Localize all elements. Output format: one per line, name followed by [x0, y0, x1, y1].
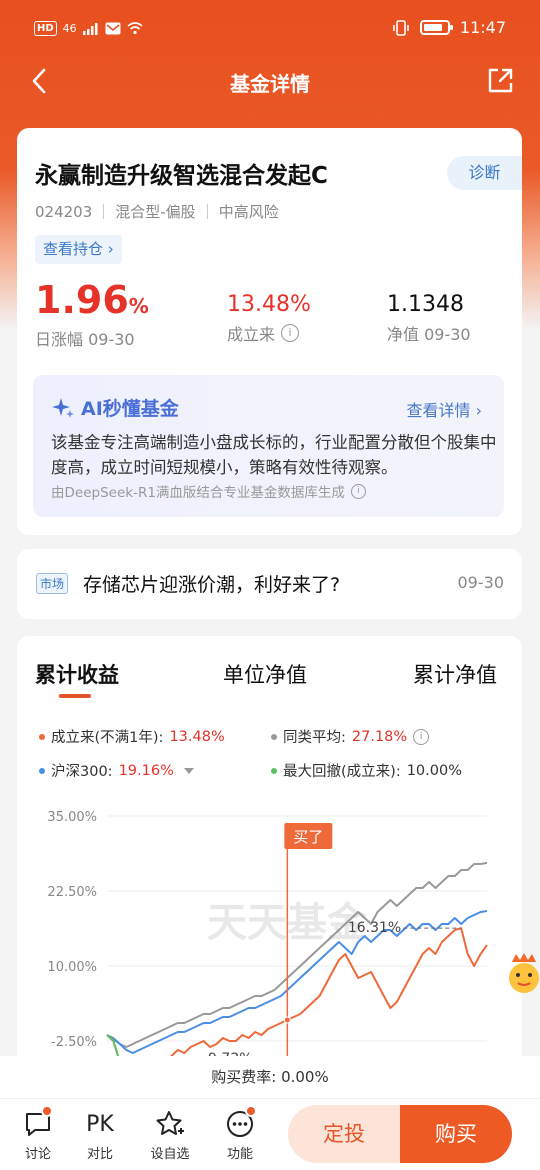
page-title: 基金详情: [230, 72, 310, 96]
legend-dot: [271, 767, 277, 774]
since-inception-metric: 13.48% 成立来 i: [227, 278, 311, 345]
legend-fund: 成立来(不满1年): 13.48%: [39, 726, 225, 747]
tab-cumulative-return[interactable]: 累计收益: [35, 659, 119, 689]
nav-label: 净值 09-30: [387, 325, 471, 344]
tab-underline: [59, 694, 91, 698]
legend-csi300[interactable]: 沪深300: 19.16%: [39, 760, 194, 781]
notification-dot: [245, 1105, 257, 1117]
ai-detail-link[interactable]: 查看详情 ›: [407, 397, 483, 421]
status-left: HD 46: [34, 21, 143, 36]
since-inception-label-row: 成立来 i: [227, 321, 311, 345]
compare-button[interactable]: PK 对比: [75, 1109, 125, 1163]
fund-code: 024203: [35, 202, 93, 221]
compare-label: 对比: [86, 1147, 113, 1162]
share-icon[interactable]: [486, 67, 514, 95]
vibrate-icon: [393, 19, 409, 36]
mail-icon: [105, 22, 121, 35]
legend-peer-avg: 同类平均: 27.18% i: [271, 726, 430, 747]
pk-icon: PK: [86, 1111, 114, 1137]
since-inception-label: 成立来: [227, 325, 276, 344]
legend-label: 同类平均:: [283, 730, 346, 746]
legend-label: 最大回撤(成立来):: [283, 764, 401, 780]
ai-footer: 由DeepSeek-R1满血版结合专业基金数据库生成 i: [51, 481, 366, 501]
bottom-action-bar: 讨论 PK 对比 设自选 功能 定投 购买: [0, 1098, 540, 1170]
ai-footer-text: 由DeepSeek-R1满血版结合专业基金数据库生成: [51, 485, 345, 501]
divider: [103, 204, 105, 219]
tab-cumulative-nav[interactable]: 累计净值: [413, 659, 497, 689]
diagnose-button[interactable]: 诊断: [447, 156, 522, 190]
divider: [206, 204, 208, 219]
legend-label: 沪深300:: [51, 764, 113, 780]
news-headline: 存储芯片迎涨价潮，利好来了?: [83, 574, 341, 596]
functions-button[interactable]: 功能: [215, 1105, 265, 1162]
legend-label: 成立来(不满1年):: [51, 730, 164, 746]
performance-chart-card: 累计收益 单位净值 累计净值 成立来(不满1年): 13.48% 同类平均: 27.…: [17, 636, 522, 1076]
status-right: 11:47: [392, 18, 506, 37]
fund-type: 混合型-偏股: [115, 203, 196, 221]
y-tick-label: 35.00%: [47, 810, 97, 825]
performance-chart[interactable]: 35.00%22.50%10.00%-2.50% 天天基金 买了16.31%-9…: [17, 801, 522, 1071]
fund-meta: 024203 混合型-偏股 中高风险: [35, 201, 279, 222]
legend-dot: [39, 767, 45, 774]
y-tick-label: -2.50%: [51, 1035, 97, 1050]
legend-value: 19.16%: [118, 762, 174, 779]
buy-button[interactable]: 购买: [400, 1105, 512, 1163]
daily-change-metric: 1.96% 日涨幅 09-30: [35, 278, 149, 350]
functions-label: 功能: [226, 1147, 253, 1162]
fund-risk: 中高风险: [218, 203, 279, 221]
y-tick-label: 22.50%: [47, 885, 97, 900]
purchase-fee: 购买费率: 0.00%: [0, 1056, 540, 1098]
buy-point: [283, 1016, 291, 1024]
add-watchlist-button[interactable]: 设自选: [145, 1109, 195, 1162]
legend-value: 13.48%: [169, 728, 225, 745]
ai-title: AI秒懂基金: [81, 398, 179, 420]
legend-value: 27.18%: [351, 728, 408, 745]
notification-dot: [41, 1105, 53, 1117]
daily-change-number: 1.96: [35, 278, 129, 322]
ai-title-row: AI秒懂基金: [51, 394, 179, 421]
star-plus-icon: [156, 1111, 184, 1135]
since-inception-value: 13.48%: [227, 292, 311, 317]
info-icon[interactable]: i: [413, 728, 430, 745]
wifi-icon: [127, 22, 143, 35]
daily-change-value: 1.96%: [35, 278, 149, 322]
sparkle-icon: [52, 397, 74, 418]
signal-indicator: 46: [62, 22, 77, 35]
news-date: 09-30: [457, 573, 505, 592]
add-watchlist-label: 设自选: [150, 1147, 190, 1162]
discuss-button[interactable]: 讨论: [13, 1105, 63, 1162]
legend-max-drawdown: 最大回撤(成立来): 10.00%: [271, 760, 462, 781]
info-icon[interactable]: i: [281, 324, 300, 342]
legend-dot: [39, 733, 45, 740]
discuss-label: 讨论: [24, 1147, 51, 1162]
news-tag: 市场: [36, 573, 69, 594]
nav-value: 1.1348: [387, 292, 464, 317]
hd-indicator: HD: [34, 21, 57, 36]
ai-summary-text: 该基金专注高端制造小盘成长标的，行业配置分散但个股集中度高，成立时间短规模小，策…: [51, 433, 497, 477]
info-icon[interactable]: i: [350, 483, 366, 499]
signal-bars-icon: [82, 22, 98, 35]
legend-value: 10.00%: [406, 762, 462, 779]
clock: 11:47: [459, 18, 506, 37]
nav-bar: 基金详情: [0, 60, 540, 104]
y-tick-label: 10.00%: [47, 960, 97, 975]
daily-change-label: 日涨幅 09-30: [35, 330, 135, 349]
battery-icon: [419, 20, 453, 35]
series-line: [106, 927, 488, 1071]
peak-label: 16.31%: [348, 920, 401, 936]
fund-name: 永赢制造升级智选混合发起C: [35, 163, 328, 189]
nav-metric: 1.1348 净值 09-30: [387, 278, 471, 345]
view-holdings-button[interactable]: 查看持仓 ›: [35, 235, 122, 264]
news-card[interactable]: 市场 存储芯片迎涨价潮，利好来了? 09-30: [17, 549, 522, 619]
tab-unit-nav[interactable]: 单位净值: [223, 659, 307, 689]
legend-dot: [271, 733, 277, 740]
caret-down-icon[interactable]: [183, 767, 194, 774]
mascot-icon[interactable]: [504, 952, 540, 996]
fund-summary-card: 永赢制造升级智选混合发起C 诊断 024203 混合型-偏股 中高风险 查看持仓…: [17, 128, 522, 535]
buy-marker-label: 买了: [293, 828, 323, 846]
ai-summary-box[interactable]: AI秒懂基金 查看详情 › 该基金专注高端制造小盘成长标的，行业配置分散但个股集…: [33, 375, 504, 517]
auto-invest-button[interactable]: 定投: [288, 1105, 400, 1163]
daily-change-unit: %: [128, 294, 149, 318]
status-bar: HD 46 11:47: [0, 0, 540, 60]
